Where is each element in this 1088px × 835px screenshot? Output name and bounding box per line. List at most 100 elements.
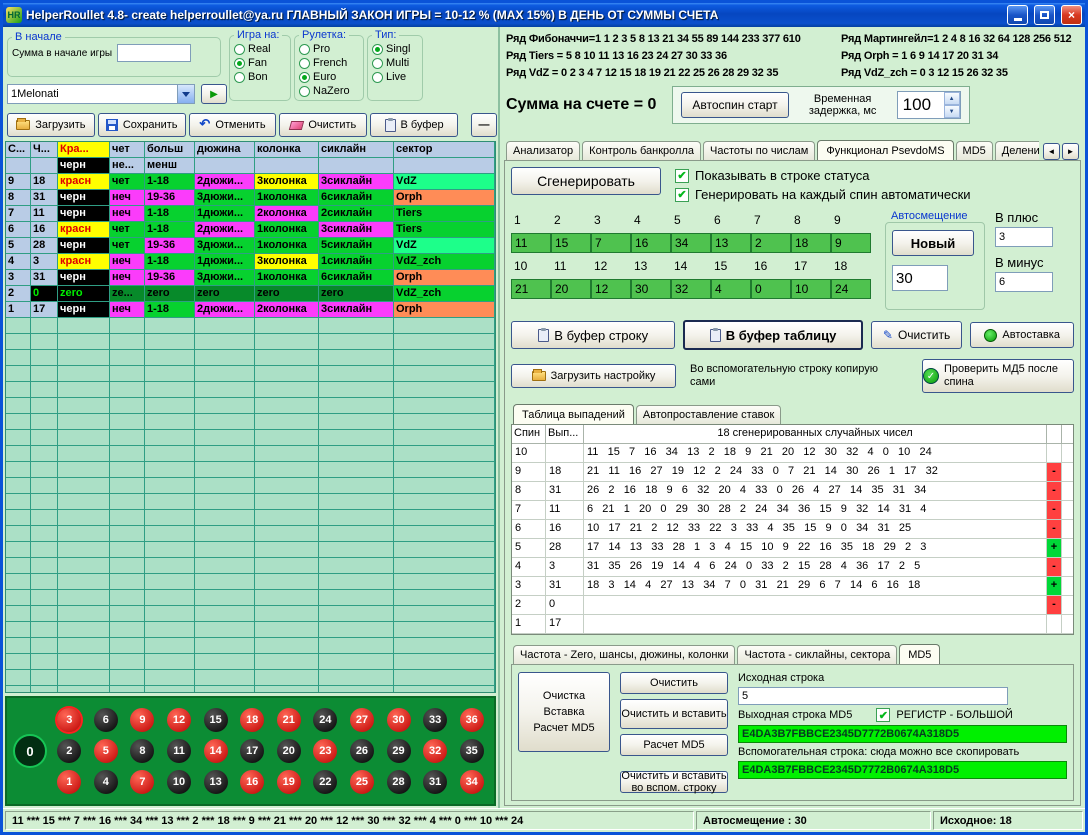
tab-0[interactable]: Анализатор xyxy=(506,141,580,160)
play-button[interactable] xyxy=(201,84,227,104)
board-number-19[interactable]: 19 xyxy=(277,770,301,794)
board-number-25[interactable]: 25 xyxy=(350,770,374,794)
tab-scroll-right-button[interactable]: ► xyxy=(1062,143,1079,160)
start-sum-input[interactable] xyxy=(117,44,191,62)
checkbox-uppercase[interactable]: ✔ РЕГИСТР - БОЛЬШОЙ xyxy=(876,708,1012,722)
board-number-7[interactable]: 7 xyxy=(130,770,154,794)
radio-option-real[interactable]: Real xyxy=(234,42,286,56)
check-md5-button[interactable]: ✓ Проверить МД5 после спина xyxy=(922,359,1074,393)
board-number-36[interactable]: 36 xyxy=(460,708,484,732)
board-number-18[interactable]: 18 xyxy=(240,708,264,732)
radio-option-pro[interactable]: Pro xyxy=(299,42,359,56)
radio-option-singl[interactable]: Singl xyxy=(372,42,418,56)
minus-input[interactable]: 6 xyxy=(995,272,1053,292)
delay-value[interactable]: 100 xyxy=(898,92,944,118)
md5-clear-button[interactable]: Очистить xyxy=(620,672,728,694)
board-number-11[interactable]: 11 xyxy=(167,739,191,763)
close-button[interactable]: × xyxy=(1061,5,1082,25)
md5-calc-button[interactable]: Расчет MD5 xyxy=(620,734,728,756)
board-number-20[interactable]: 20 xyxy=(277,739,301,763)
load-button[interactable]: Загрузить xyxy=(7,113,95,137)
board-number-3[interactable]: 3 xyxy=(57,708,81,732)
tab-5[interactable]: Деление ко... xyxy=(995,141,1039,160)
tab-4[interactable]: MD5 xyxy=(956,141,993,160)
preset-combobox[interactable]: 1Melonati xyxy=(7,84,195,104)
freqtab-0[interactable]: Частота - Zero, шансы, дюжины, колонки xyxy=(513,645,735,664)
board-number-27[interactable]: 27 xyxy=(350,708,374,732)
board-number-24[interactable]: 24 xyxy=(313,708,337,732)
history-header-cell xyxy=(319,158,394,174)
board-number-8[interactable]: 8 xyxy=(130,739,154,763)
chevron-down-icon[interactable] xyxy=(177,85,194,103)
spinner-up-icon[interactable]: ▲ xyxy=(944,92,960,105)
radio-option-live[interactable]: Live xyxy=(372,70,418,84)
delay-spinner[interactable]: 100 ▲ ▼ xyxy=(897,91,961,119)
board-number-28[interactable]: 28 xyxy=(387,770,411,794)
radio-option-multi[interactable]: Multi xyxy=(372,56,418,70)
board-number-34[interactable]: 34 xyxy=(460,770,484,794)
clear-button[interactable]: Очистить xyxy=(279,113,367,137)
board-number-4[interactable]: 4 xyxy=(94,770,118,794)
buffer-row-button[interactable]: В буфер строку xyxy=(511,321,675,349)
board-number-26[interactable]: 26 xyxy=(350,739,374,763)
md5-big-button[interactable]: ОчисткаВставкаРасчет MD5 xyxy=(518,672,610,752)
minimize-button[interactable] xyxy=(1007,5,1028,25)
board-number-15[interactable]: 15 xyxy=(204,708,228,732)
radio-option-bon[interactable]: Bon xyxy=(234,70,286,84)
generate-button[interactable]: Сгенерировать xyxy=(511,167,661,195)
checkbox-show-in-status[interactable]: ✔ Показывать в строке статуса xyxy=(675,168,971,183)
to-buffer-button[interactable]: В буфер xyxy=(370,113,458,137)
load-settings-button[interactable]: Загрузить настройку xyxy=(511,364,676,388)
subtab-1[interactable]: Автопроставление ставок xyxy=(636,405,781,424)
offset-input[interactable]: 30 xyxy=(892,265,948,291)
tab-2[interactable]: Частоты по числам xyxy=(703,141,815,160)
md5-clear-paste-aux-button[interactable]: Очистить и вставить во вспом. строку xyxy=(620,771,728,793)
autobet-button[interactable]: Автоставка xyxy=(970,322,1074,348)
board-number-35[interactable]: 35 xyxy=(460,739,484,763)
board-number-16[interactable]: 16 xyxy=(240,770,264,794)
board-number-6[interactable]: 6 xyxy=(94,708,118,732)
radio-option-euro[interactable]: Euro xyxy=(299,70,359,84)
board-number-10[interactable]: 10 xyxy=(167,770,191,794)
clear-generated-button[interactable]: Очистить xyxy=(871,321,963,349)
board-number-13[interactable]: 13 xyxy=(204,770,228,794)
freqtab-2[interactable]: MD5 xyxy=(899,644,940,664)
undo-button[interactable]: Отменить xyxy=(189,113,277,137)
board-number-9[interactable]: 9 xyxy=(130,708,154,732)
board-number-2[interactable]: 2 xyxy=(57,739,81,763)
radio-option-fan[interactable]: Fan xyxy=(234,56,286,70)
maximize-button[interactable] xyxy=(1034,5,1055,25)
checkbox-generate-each-spin[interactable]: ✔ Генерировать на каждый спин автоматиче… xyxy=(675,187,971,202)
collapse-button[interactable]: — xyxy=(471,113,497,137)
save-button[interactable]: Сохранить xyxy=(98,113,186,137)
board-number-14[interactable]: 14 xyxy=(204,739,228,763)
tab-1[interactable]: Контроль банкролла xyxy=(582,141,701,160)
md5-clear-paste-button[interactable]: Очистить и вставить xyxy=(620,699,728,729)
board-number-21[interactable]: 21 xyxy=(277,708,301,732)
board-number-30[interactable]: 30 xyxy=(387,708,411,732)
board-number-31[interactable]: 31 xyxy=(423,770,447,794)
board-number-17[interactable]: 17 xyxy=(240,739,264,763)
radio-option-french[interactable]: French xyxy=(299,56,359,70)
tab-3[interactable]: Функционал PsevdoMS xyxy=(817,140,953,160)
md5-source-input[interactable]: 5 xyxy=(738,687,1008,705)
spinner-down-icon[interactable]: ▼ xyxy=(944,105,960,118)
board-number-0[interactable]: 0 xyxy=(13,734,47,768)
plus-input[interactable]: 3 xyxy=(995,227,1053,247)
subtab-0[interactable]: Таблица выпадений xyxy=(513,404,634,424)
buffer-table-button[interactable]: В буфер таблицу xyxy=(683,320,862,350)
radio-option-nazero[interactable]: NaZero xyxy=(299,84,359,98)
new-button[interactable]: Новый xyxy=(892,230,974,256)
autospin-start-button[interactable]: Автоспин старт xyxy=(681,92,788,118)
freqtab-1[interactable]: Частота - сиклайны, сектора xyxy=(737,645,897,664)
board-number-33[interactable]: 33 xyxy=(423,708,447,732)
md5-aux-value[interactable]: E4DA3B7FBBCE2345D7772B0674A318D5 xyxy=(738,761,1067,779)
board-number-23[interactable]: 23 xyxy=(313,739,337,763)
board-number-5[interactable]: 5 xyxy=(94,739,118,763)
tab-scroll-left-button[interactable]: ◄ xyxy=(1043,143,1060,160)
board-number-1[interactable]: 1 xyxy=(57,770,81,794)
board-number-29[interactable]: 29 xyxy=(387,739,411,763)
board-number-12[interactable]: 12 xyxy=(167,708,191,732)
board-number-22[interactable]: 22 xyxy=(313,770,337,794)
board-number-32[interactable]: 32 xyxy=(423,739,447,763)
